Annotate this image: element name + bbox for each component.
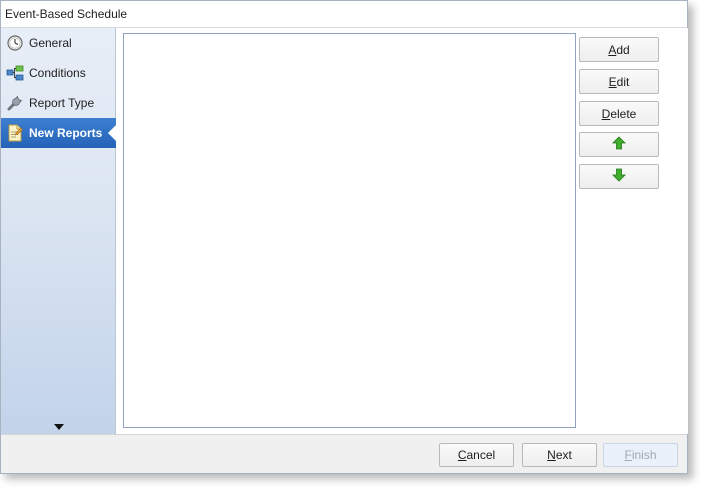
sidebar-item-conditions[interactable]: Conditions	[1, 58, 116, 88]
dialog-footer: Cancel Next Finish	[1, 434, 687, 473]
add-button-label: dd	[616, 42, 630, 57]
edit-button[interactable]: Edit	[579, 69, 659, 94]
edit-button-accel: E	[608, 74, 617, 89]
add-button-accel: A	[608, 42, 617, 57]
add-button[interactable]: Add	[579, 37, 659, 62]
delete-button[interactable]: Delete	[579, 101, 659, 126]
window-title: Event-Based Schedule	[5, 7, 128, 21]
sidebar-item-report-type[interactable]: Report Type	[1, 88, 116, 118]
conditions-icon	[6, 64, 24, 82]
arrow-down-icon	[612, 168, 626, 185]
sidebar-item-label: Conditions	[29, 66, 86, 80]
cancel-button-accel: C	[457, 448, 467, 462]
arrow-up-icon	[612, 136, 626, 153]
move-up-button[interactable]	[579, 132, 659, 157]
title-bar: Event-Based Schedule	[1, 1, 687, 28]
report-icon	[6, 124, 24, 142]
edit-button-label: dit	[616, 74, 630, 89]
reports-list[interactable]	[123, 33, 576, 428]
next-button[interactable]: Next	[522, 443, 597, 467]
next-button-accel: N	[547, 448, 556, 462]
finish-button: Finish	[603, 443, 678, 467]
event-based-schedule-dialog: Event-Based Schedule General Conditions …	[0, 0, 688, 474]
sidebar-item-general[interactable]: General	[1, 28, 116, 58]
sidebar: General Conditions Report Type New Repor…	[1, 28, 116, 434]
delete-button-label: elete	[610, 106, 637, 121]
next-button-label: ext	[555, 448, 572, 462]
move-down-button[interactable]	[579, 164, 659, 189]
sidebar-item-new-reports[interactable]: New Reports	[1, 118, 116, 148]
wrench-icon	[6, 94, 24, 112]
chevron-down-icon[interactable]	[53, 420, 65, 430]
finish-button-accel: F	[624, 448, 632, 462]
sidebar-item-label: New Reports	[29, 126, 103, 140]
sidebar-item-label: Report Type	[29, 96, 95, 110]
cancel-button[interactable]: Cancel	[439, 443, 514, 467]
sidebar-item-label: General	[29, 36, 72, 50]
new-reports-panel: Add Edit Delete	[117, 28, 688, 434]
clock-icon	[6, 34, 24, 52]
finish-button-label: inish	[631, 448, 657, 462]
cancel-button-label: ancel	[466, 448, 496, 462]
delete-button-accel: D	[601, 106, 611, 121]
